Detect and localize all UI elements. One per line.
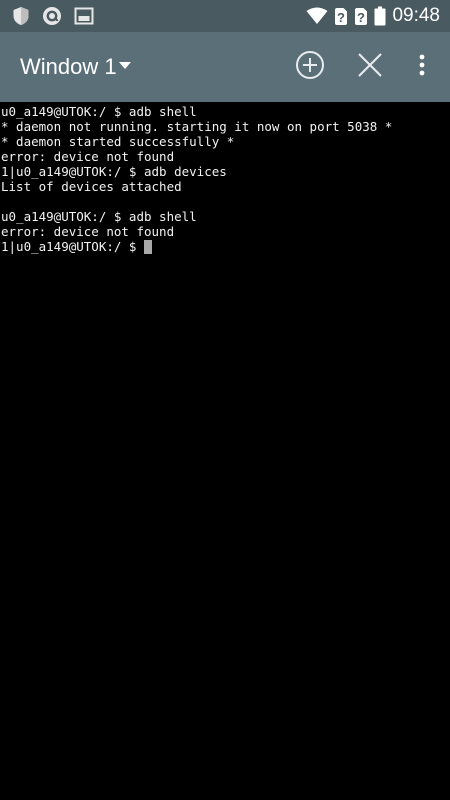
terminal-line: 1|u0_a149@UTOK:/ $ adb devices bbox=[1, 164, 227, 179]
terminal-view[interactable]: u0_a149@UTOK:/ $ adb shell * daemon not … bbox=[0, 102, 450, 800]
status-bar-left bbox=[12, 6, 106, 26]
at-sign-icon bbox=[42, 6, 62, 26]
shield-icon bbox=[12, 6, 30, 26]
overflow-menu-button[interactable] bbox=[400, 32, 444, 102]
terminal-line: * daemon not running. starting it now on… bbox=[1, 119, 393, 134]
terminal-line: u0_a149@UTOK:/ $ adb shell bbox=[1, 104, 197, 119]
battery-icon bbox=[374, 6, 386, 26]
more-vert-icon bbox=[419, 54, 425, 81]
window-selector[interactable]: Window 1 bbox=[20, 32, 131, 102]
chevron-down-icon bbox=[118, 62, 131, 69]
app-toolbar: Window 1 bbox=[0, 32, 450, 102]
status-time: 09:48 bbox=[392, 5, 440, 26]
terminal-line: error: device not found bbox=[1, 149, 175, 164]
close-window-button[interactable] bbox=[348, 32, 392, 102]
terminal-prompt-line: 1|u0_a149@UTOK:/ $ bbox=[1, 239, 450, 254]
wifi-icon bbox=[306, 7, 328, 25]
sim1-unknown-icon: ? bbox=[334, 7, 348, 26]
terminal-line: error: device not found bbox=[1, 224, 175, 239]
close-window-icon bbox=[357, 52, 383, 83]
terminal-line: u0_a149@UTOK:/ $ adb shell bbox=[1, 209, 197, 224]
sim2-unknown-icon: ? bbox=[354, 7, 368, 26]
status-bar-right: ? ? 09:48 bbox=[300, 5, 440, 27]
terminal-prompt: 1|u0_a149@UTOK:/ $ bbox=[1, 239, 144, 254]
window-title: Window 1 bbox=[20, 54, 117, 79]
svg-text:?: ? bbox=[337, 10, 345, 25]
terminal-line: * daemon started successfully * bbox=[1, 134, 235, 149]
svg-text:?: ? bbox=[357, 10, 365, 25]
status-bar: ? ? 09:48 bbox=[0, 0, 450, 32]
terminal-cursor bbox=[144, 240, 152, 254]
screen-icon bbox=[74, 7, 94, 25]
new-window-button[interactable] bbox=[288, 32, 332, 102]
add-window-icon bbox=[295, 50, 325, 85]
terminal-line: List of devices attached bbox=[1, 179, 182, 194]
